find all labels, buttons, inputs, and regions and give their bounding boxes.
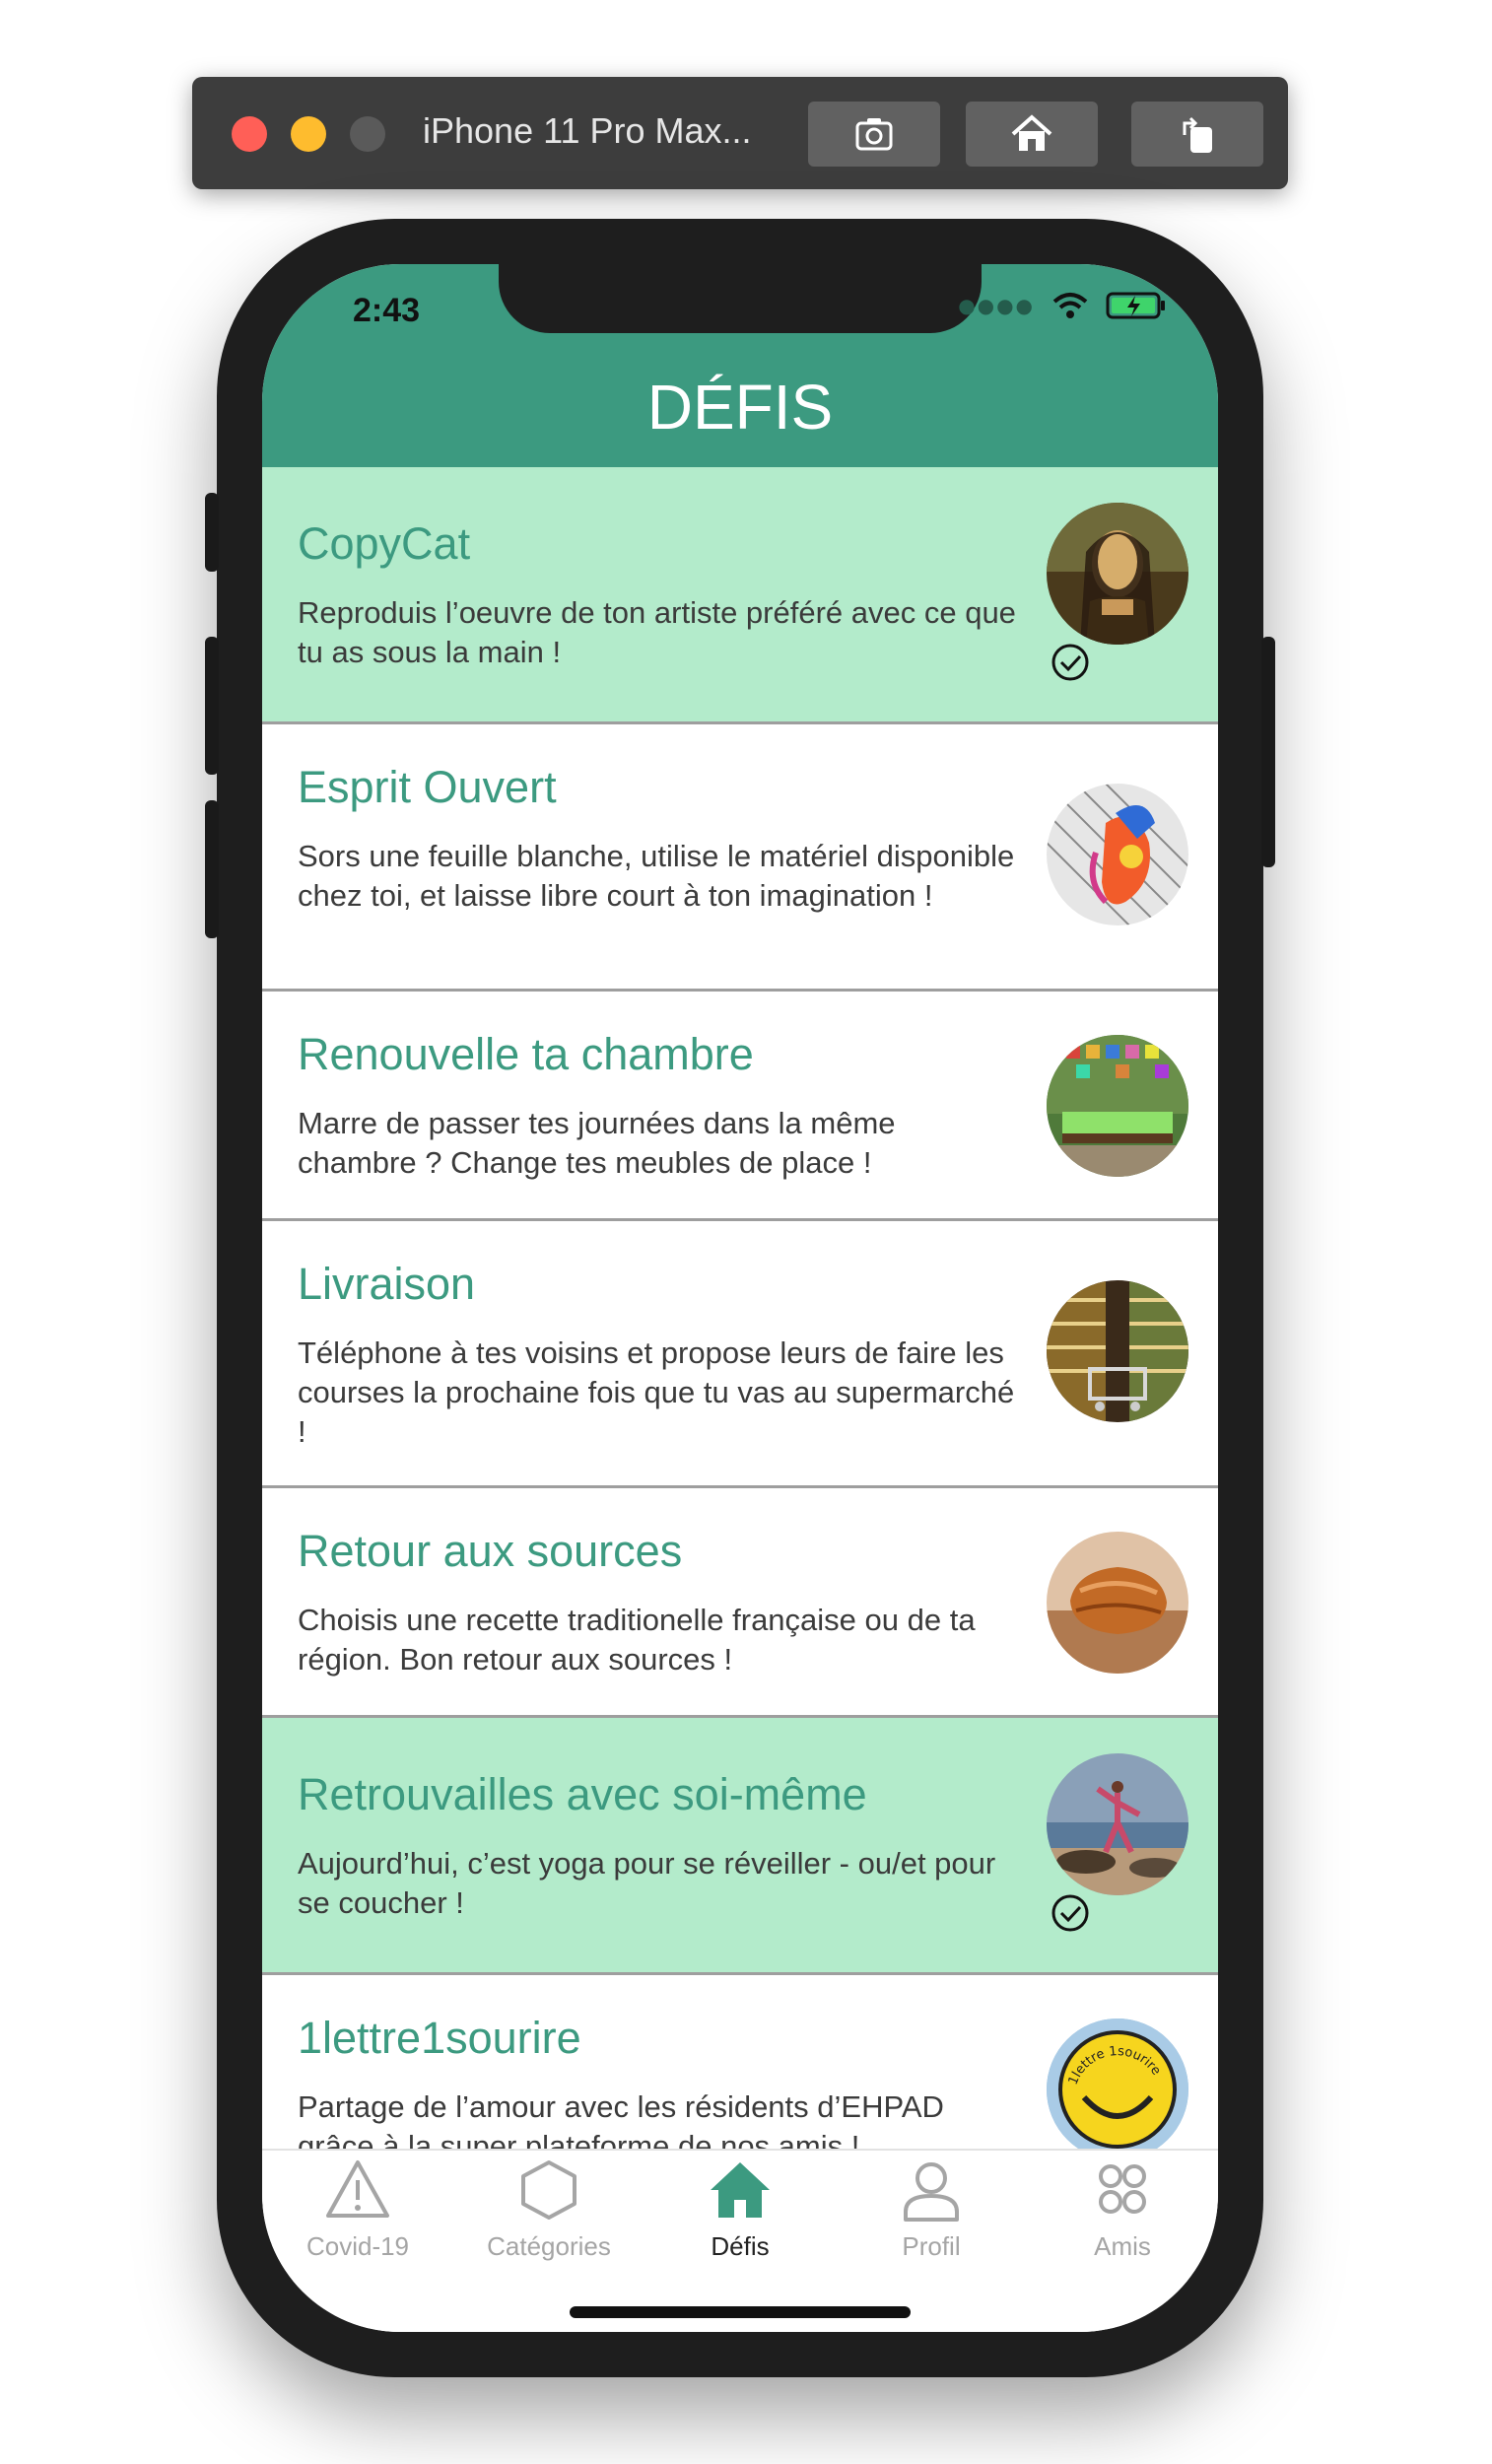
mute-switch [205, 493, 219, 572]
app-header: 2:43 ●●●● DÉFIS [262, 264, 1218, 467]
challenge-row[interactable]: Esprit Ouvert Sors une feuille blanche, … [262, 724, 1218, 992]
close-window-button[interactable] [232, 116, 267, 152]
challenge-description: Téléphone à tes voisins et propose leurs… [298, 1335, 1015, 1449]
tab-categories[interactable]: Catégories [453, 2156, 644, 2262]
tab-label: Profil [902, 2231, 961, 2261]
screenshot-button[interactable] [808, 102, 940, 167]
smiley-logo-thumbnail: 1lettre 1sourire [1047, 2019, 1188, 2149]
challenge-title: Retour aux sources [298, 1526, 683, 1576]
power-button [1261, 637, 1275, 867]
notch [499, 264, 982, 333]
minimize-window-button[interactable] [291, 116, 326, 152]
mona-lisa-thumbnail [1047, 503, 1188, 645]
friends-icon [1099, 2164, 1146, 2214]
home-icon [711, 2162, 770, 2218]
challenge-row[interactable]: 1lettre1sourire Partage de l’amour avec … [262, 1975, 1218, 2149]
colorful-drawing-thumbnail [1047, 784, 1188, 925]
challenge-row[interactable]: Livraison Téléphone à tes voisins et pro… [262, 1221, 1218, 1488]
tab-bar: Covid-19 Catégories Défis Profil Amis [262, 2149, 1218, 2332]
challenge-title: Livraison [298, 1259, 476, 1309]
challenge-description: Partage de l’amour avec les résidents d’… [298, 2089, 944, 2149]
tab-label: Covid-19 [305, 2231, 410, 2261]
iphone-frame: 2:43 ●●●● DÉFIS CopyCat Reproduis l’oeuv… [205, 219, 1275, 2377]
challenge-list[interactable]: CopyCat Reproduis l’oeuvre de ton artist… [262, 467, 1218, 2149]
screenshot-icon [855, 118, 893, 151]
completed-check-icon [1051, 644, 1089, 681]
bedroom-thumbnail [1047, 1035, 1188, 1177]
challenge-description: Choisis une recette traditionelle frança… [298, 1603, 976, 1677]
challenge-row[interactable]: Renouvelle ta chambre Marre de passer te… [262, 992, 1218, 1221]
yoga-beach-thumbnail [1047, 1753, 1188, 1895]
supermarket-thumbnail [1047, 1280, 1188, 1422]
challenge-title: Esprit Ouvert [298, 762, 557, 812]
challenge-title: Retrouvailles avec soi-même [298, 1769, 867, 1819]
page-title: DÉFIS [646, 372, 834, 443]
home-icon [1011, 114, 1052, 151]
challenge-description: Aujourd’hui, c’est yoga pour se réveille… [298, 1846, 996, 1920]
zoom-window-button[interactable] [350, 116, 385, 152]
challenge-description: Marre de passer tes journées dans la mêm… [298, 1106, 896, 1180]
tab-profil[interactable]: Profil [836, 2156, 1027, 2262]
tab-label: Catégories [487, 2231, 611, 2261]
hexagon-icon [521, 2160, 576, 2220]
tab-defis[interactable]: Défis [644, 2156, 836, 2262]
battery-charging-icon [1106, 292, 1165, 319]
home-button[interactable] [966, 102, 1098, 167]
tab-covid[interactable]: Covid-19 [262, 2156, 453, 2262]
challenge-title: Renouvelle ta chambre [298, 1029, 754, 1079]
user-icon [904, 2162, 959, 2222]
wifi-icon [1052, 293, 1088, 318]
tab-label: Amis [1094, 2231, 1151, 2261]
rotate-button[interactable] [1131, 102, 1263, 167]
challenge-row[interactable]: CopyCat Reproduis l’oeuvre de ton artist… [262, 467, 1218, 724]
challenge-description: Reproduis l’oeuvre de ton artiste préfér… [298, 595, 1016, 669]
volume-down-button [205, 800, 219, 938]
warning-icon [326, 2160, 389, 2218]
status-icons: ●●●● [958, 290, 1167, 321]
challenge-description: Sors une feuille blanche, utilise le mat… [298, 839, 1015, 913]
phone-screen: 2:43 ●●●● DÉFIS CopyCat Reproduis l’oeuv… [262, 264, 1218, 2332]
challenge-row[interactable]: Retour aux sources Choisis une recette t… [262, 1488, 1218, 1718]
completed-check-icon [1051, 1894, 1089, 1932]
status-time: 2:43 [353, 292, 421, 329]
simulator-toolbar: iPhone 11 Pro Max... [192, 77, 1288, 189]
challenge-title: CopyCat [298, 518, 471, 569]
volume-up-button [205, 637, 219, 775]
simulator-title: iPhone 11 Pro Max... [423, 110, 752, 151]
tab-label: Défis [711, 2231, 770, 2261]
tab-amis[interactable]: Amis [1027, 2156, 1218, 2262]
signal-icon: ●●●● [958, 294, 1035, 317]
home-indicator[interactable] [570, 2306, 911, 2318]
rotate-icon [1183, 116, 1212, 153]
pain-au-chocolat-thumbnail [1047, 1532, 1188, 1674]
challenge-title: 1lettre1sourire [298, 2013, 581, 2063]
challenge-row[interactable]: Retrouvailles avec soi-même Aujourd’hui,… [262, 1718, 1218, 1975]
